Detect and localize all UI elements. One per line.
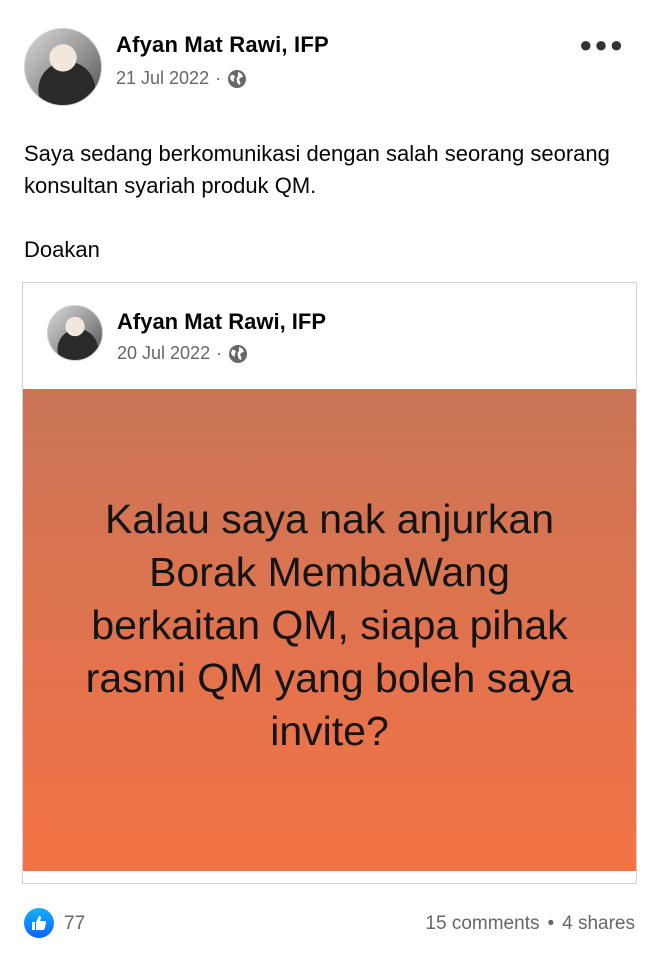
post-text-paragraph-2: Doakan [24, 237, 100, 262]
author-avatar[interactable] [24, 28, 102, 106]
shared-text-background: Kalau saya nak anjurkan Borak MembaWang … [23, 389, 636, 871]
engagement-stats: 15 comments • 4 shares [425, 913, 635, 935]
post-date[interactable]: 21 Jul 2022 [116, 68, 209, 89]
globe-icon[interactable] [228, 344, 248, 364]
shares-count[interactable]: 4 shares [562, 913, 635, 935]
post-meta: 21 Jul 2022 · [116, 68, 247, 89]
stats-dot: • [547, 913, 555, 934]
meta-separator: · [216, 343, 223, 363]
like-icon[interactable] [24, 908, 54, 938]
comments-count[interactable]: 15 comments [425, 913, 539, 935]
shared-author-name[interactable]: Afyan Mat Rawi, IFP [117, 309, 326, 335]
like-count[interactable]: 77 [64, 913, 85, 935]
author-name[interactable]: Afyan Mat Rawi, IFP [116, 32, 329, 58]
meta-separator: · [215, 68, 222, 88]
shared-post-card[interactable]: Afyan Mat Rawi, IFP 20 Jul 2022 · Kalau … [22, 282, 637, 884]
shared-author-avatar[interactable] [47, 305, 103, 361]
shared-post-meta: 20 Jul 2022 · [117, 343, 248, 364]
shared-message: Kalau saya nak anjurkan Borak MembaWang … [85, 495, 574, 754]
post-text-paragraph: Saya sedang berkomunikasi dengan salah s… [24, 141, 610, 198]
post-footer: 77 15 comments • 4 shares [24, 908, 635, 942]
shared-post-date[interactable]: 20 Jul 2022 [117, 343, 210, 364]
post-body: Saya sedang berkomunikasi dengan salah s… [24, 138, 634, 266]
globe-icon[interactable] [227, 69, 247, 89]
post-header: Afyan Mat Rawi, IFP 21 Jul 2022 · ●●● [24, 28, 639, 108]
shared-post-header: Afyan Mat Rawi, IFP 20 Jul 2022 · [47, 305, 626, 365]
more-options-button[interactable]: ●●● [579, 32, 625, 58]
